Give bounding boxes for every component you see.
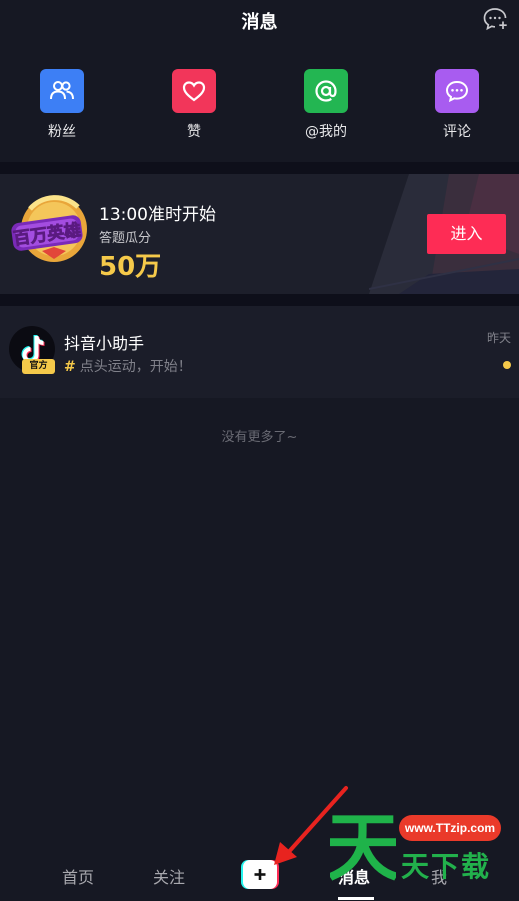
fans-icon <box>40 69 84 113</box>
top-header: 消息 <box>0 0 519 40</box>
section-divider <box>0 162 519 174</box>
at-icon <box>304 69 348 113</box>
bottom-tab-bar: 首页 关注 消息 我 <box>0 848 519 901</box>
page-title: 消息 <box>241 12 278 33</box>
preview-text: 点头运动，开始！ <box>79 359 192 375</box>
hashtag-icon: # <box>64 359 76 375</box>
banner-time: 13:00准时开始 <box>99 205 216 225</box>
quick-action-label: @我的 <box>305 124 347 140</box>
message-row[interactable]: 官方 抖音小助手 # 点头运动，开始！ 昨天 <box>0 306 519 398</box>
quick-action-label: 赞 <box>187 124 201 140</box>
heart-icon <box>172 69 216 113</box>
tab-me[interactable]: 我 <box>431 864 447 888</box>
tab-following[interactable]: 关注 <box>153 864 185 888</box>
quick-action-comments[interactable]: 评论 <box>417 69 497 141</box>
quick-action-fans[interactable]: 粉丝 <box>22 69 102 141</box>
quick-actions: 粉丝 赞 @我的 评论 <box>0 40 519 162</box>
new-chat-icon[interactable] <box>483 7 509 31</box>
section-divider <box>0 294 519 306</box>
quick-action-likes[interactable]: 赞 <box>154 69 234 141</box>
watermark-url: www.TTzip.com <box>399 815 501 841</box>
quick-action-label: 评论 <box>443 124 471 140</box>
unread-dot <box>503 361 511 369</box>
quick-action-label: 粉丝 <box>48 124 76 140</box>
no-more-text: 没有更多了~ <box>221 430 298 445</box>
official-badge: 官方 <box>22 359 55 374</box>
quiz-banner[interactable]: 百万英雄 13:00准时开始 答题瓜分 50万 进入 <box>0 174 519 294</box>
message-preview: # 点头运动，开始！ <box>64 356 192 376</box>
banner-prize-amount: 50万 <box>99 252 162 282</box>
active-tab-indicator <box>338 897 374 900</box>
tab-messages[interactable]: 消息 <box>338 864 370 888</box>
quick-action-mentions[interactable]: @我的 <box>286 69 366 141</box>
create-plus-button[interactable] <box>241 860 279 889</box>
quiz-logo-icon: 百万英雄 <box>11 195 87 262</box>
enter-button[interactable]: 进入 <box>427 214 506 254</box>
tab-home[interactable]: 首页 <box>62 864 94 888</box>
comment-icon <box>435 69 479 113</box>
message-date: 昨天 <box>486 331 511 345</box>
sender-name: 抖音小助手 <box>64 334 145 353</box>
banner-subtitle: 答题瓜分 <box>99 231 152 246</box>
